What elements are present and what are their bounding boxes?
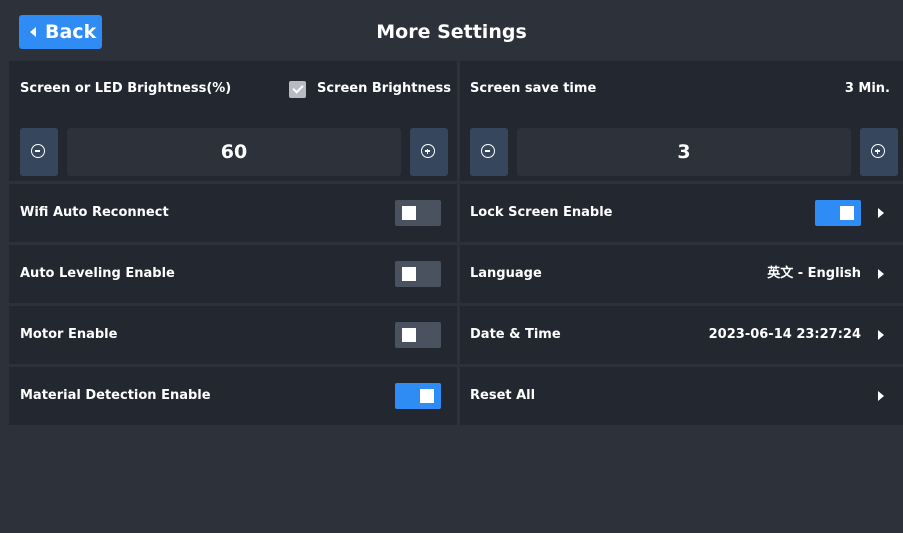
chevron-right-icon: [878, 269, 884, 279]
setting-row-motor-enable: Motor Enable: [9, 306, 457, 364]
row-label: Wifi Auto Reconnect: [20, 205, 169, 220]
minus-circle-icon: [481, 144, 495, 158]
plus-circle-icon: [421, 144, 435, 158]
lock-screen-toggle[interactable]: [815, 200, 861, 226]
row-label: Motor Enable: [20, 327, 118, 342]
screen-brightness-checkbox[interactable]: [289, 81, 306, 98]
row-label: Reset All: [470, 388, 536, 403]
screen-save-value: 3: [517, 128, 851, 176]
minus-circle-icon: [31, 144, 45, 158]
brightness-panel: Screen or LED Brightness(%) Screen Brigh…: [9, 61, 457, 181]
setting-row-date-time[interactable]: Date & Time 2023-06-14 23:27:24: [460, 306, 903, 364]
row-label: Material Detection Enable: [20, 388, 211, 403]
row-label: Lock Screen Enable: [470, 205, 613, 220]
toggle-knob: [840, 206, 854, 220]
checkmark-icon: [292, 82, 304, 94]
chevron-right-icon: [878, 208, 884, 218]
setting-row-reset-all[interactable]: Reset All: [460, 367, 903, 425]
setting-row-material-detection: Material Detection Enable: [9, 367, 457, 425]
screen-save-panel: Screen save time 3 Min. 3: [460, 61, 903, 181]
setting-row-auto-leveling: Auto Leveling Enable: [9, 245, 457, 303]
row-label: Date & Time: [470, 327, 561, 342]
screen-save-display: 3 Min.: [844, 81, 890, 96]
screen-save-label: Screen save time: [470, 81, 597, 96]
setting-row-lock-screen[interactable]: Lock Screen Enable: [460, 184, 903, 242]
auto-leveling-toggle[interactable]: [395, 261, 441, 287]
screen-save-increase-button[interactable]: [860, 128, 898, 176]
chevron-right-icon: [878, 330, 884, 340]
brightness-value: 60: [67, 128, 401, 176]
wifi-auto-reconnect-toggle[interactable]: [395, 200, 441, 226]
setting-row-language[interactable]: Language 英文 - English: [460, 245, 903, 303]
date-time-value: 2023-06-14 23:27:24: [708, 327, 861, 342]
toggle-knob: [420, 389, 434, 403]
toggle-knob: [402, 328, 416, 342]
setting-row-wifi-auto-reconnect: Wifi Auto Reconnect: [9, 184, 457, 242]
material-detection-toggle[interactable]: [395, 383, 441, 409]
screen-brightness-label: Screen Brightness: [317, 81, 451, 96]
screen-save-decrease-button[interactable]: [470, 128, 508, 176]
page-title: More Settings: [376, 21, 527, 43]
row-label: Auto Leveling Enable: [20, 266, 175, 281]
motor-enable-toggle[interactable]: [395, 322, 441, 348]
toggle-knob: [402, 206, 416, 220]
toggle-knob: [402, 267, 416, 281]
brightness-label: Screen or LED Brightness(%): [20, 81, 232, 96]
brightness-decrease-button[interactable]: [20, 128, 58, 176]
bottom-empty-area: [9, 428, 903, 533]
plus-circle-icon: [871, 144, 885, 158]
chevron-right-icon: [878, 391, 884, 401]
brightness-increase-button[interactable]: [410, 128, 448, 176]
row-label: Language: [470, 266, 542, 281]
language-value: 英文 - English: [767, 266, 861, 281]
